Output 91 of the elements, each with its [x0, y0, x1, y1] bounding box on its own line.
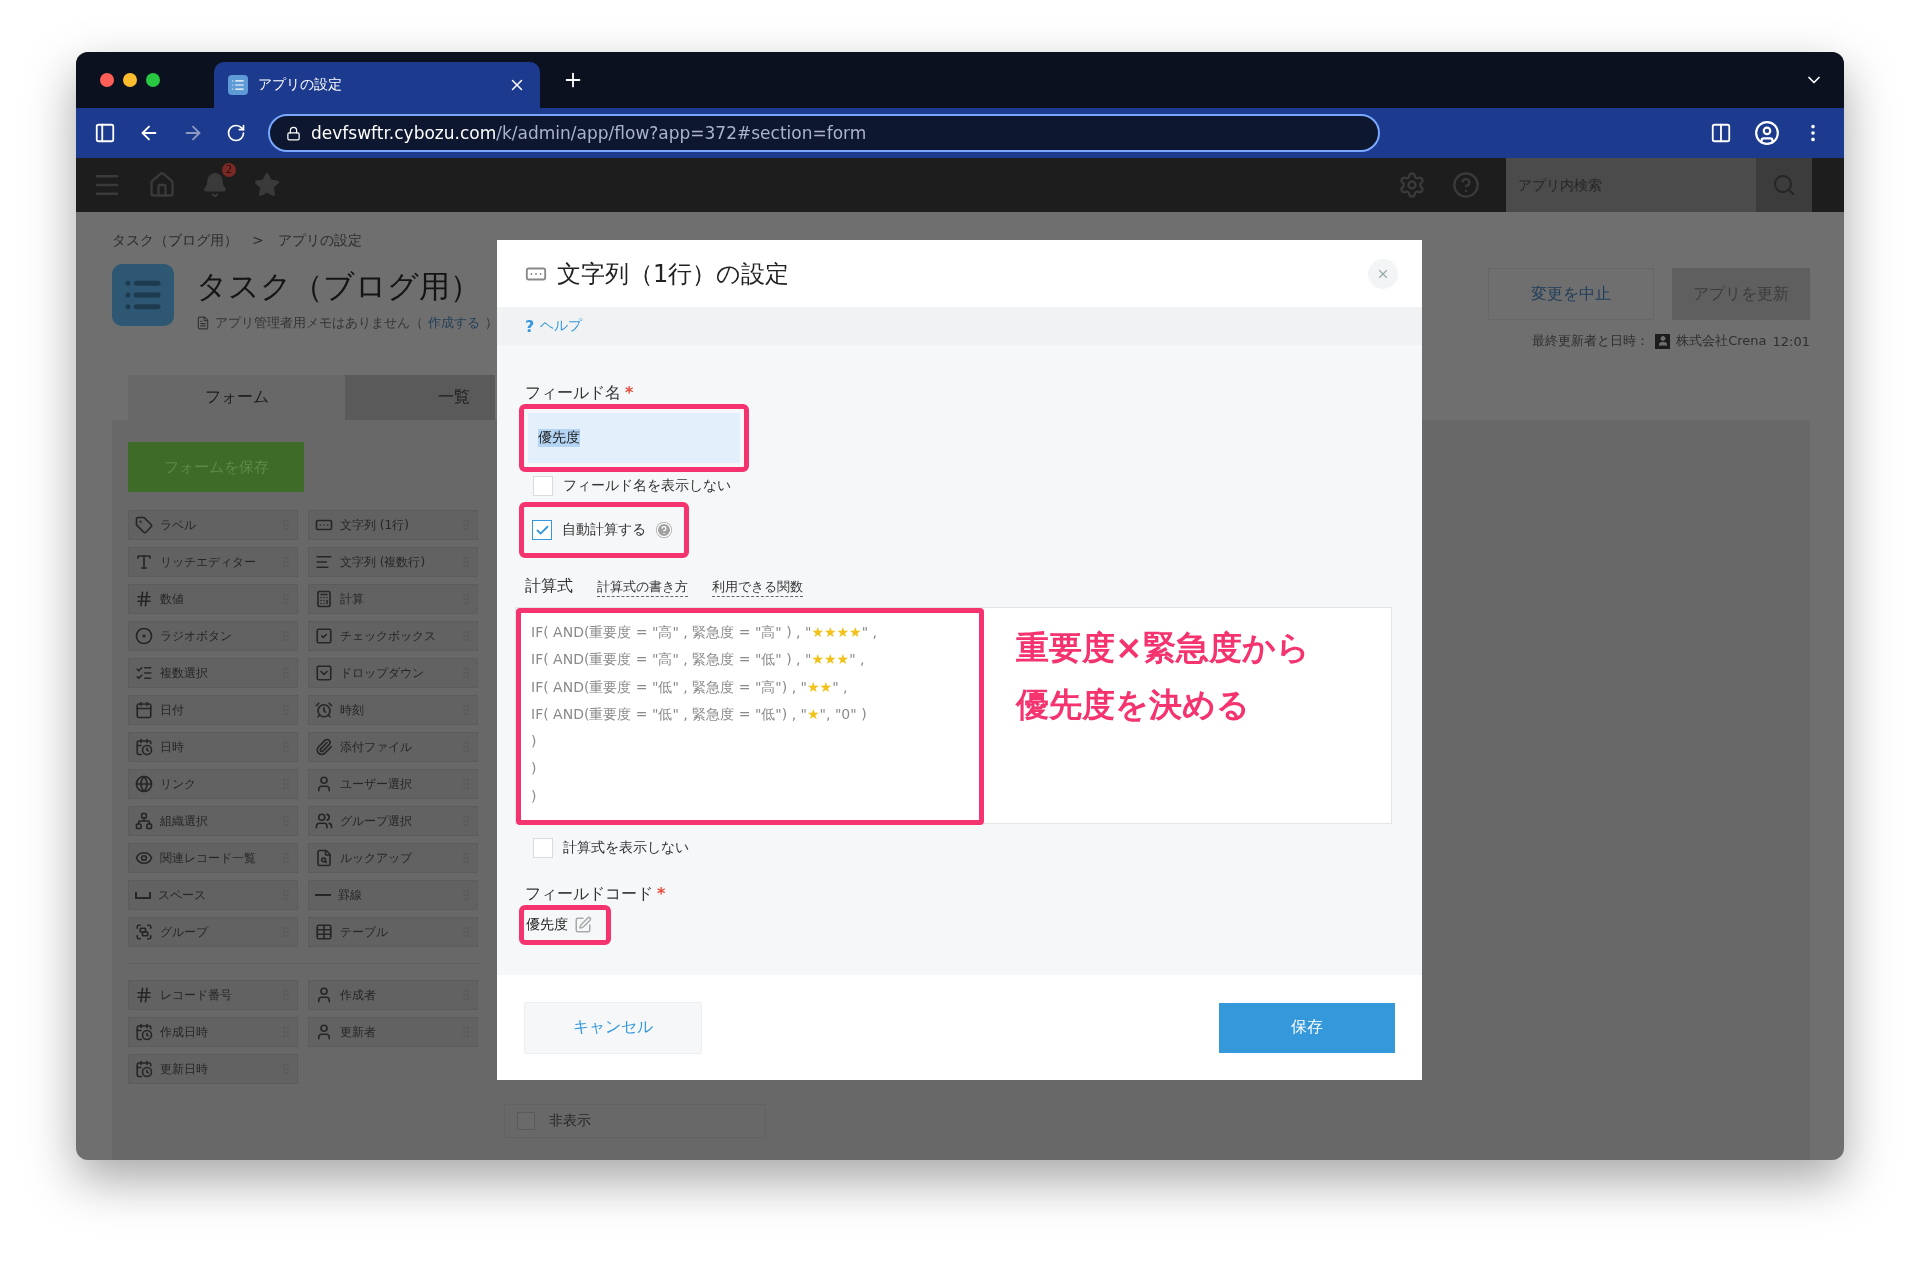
breadcrumb-link[interactable]: タスク（ブログ用）	[112, 232, 238, 250]
users-icon	[315, 812, 333, 830]
tag-icon	[135, 516, 153, 534]
dialog-title: 文字列（1行）の設定	[557, 258, 791, 290]
breadcrumb-separator: >	[252, 232, 264, 250]
star-icon[interactable]	[254, 172, 280, 198]
memo-icon	[196, 316, 210, 330]
edit-icon[interactable]	[574, 916, 592, 934]
radio-icon	[135, 627, 153, 645]
minimize-light[interactable]	[123, 73, 137, 87]
checkbox-label: フィールド名を表示しない	[563, 477, 731, 495]
required-mark: *	[657, 884, 666, 905]
globe-icon	[135, 775, 153, 793]
help-link[interactable]: ? ヘルプ	[525, 316, 583, 336]
formula-editor[interactable]: IF( AND(重要度 = "高" , 緊急度 = "高" ) , "★★★★" , IF( AND(重要度 = "高" , 緊急度 = "低" ) , "★★★" , IF( AND(重要度 = "低" , 緊急度 = "高") , "★★" , IF( AND(重要度 = "低" , 緊急度 = "低") , "★", "0" ) ) ) ) 重要度×緊急度から 優先度を決める	[515, 607, 1392, 824]
form-field[interactable]: 非表示	[504, 1104, 766, 1138]
formula-line: IF( AND(重要度 = "高" , 緊急度 = "高" ) , "★★★★" ,	[531, 623, 878, 642]
cancel-changes-button[interactable]: 変更を中止	[1488, 268, 1654, 320]
field-name-input[interactable]: 優先度	[528, 413, 740, 463]
annotation-text: 重要度×緊急度から	[1016, 627, 1310, 669]
paperclip-icon	[315, 738, 333, 756]
create-memo-link[interactable]: 作成する	[428, 314, 480, 332]
field-code-value: 優先度	[526, 916, 568, 934]
formula-line: IF( AND(重要度 = "低" , 緊急度 = "高") , "★★" ,	[531, 677, 849, 697]
checkbox-label: 非表示	[549, 1112, 591, 1130]
help-link[interactable]: 利用できる関数	[712, 578, 803, 597]
palette-item[interactable]: 日付	[128, 695, 298, 725]
formula-line: )	[531, 786, 538, 806]
notification-badge: 2	[221, 163, 236, 177]
alarm-clock-icon	[315, 701, 333, 719]
formula-label: 計算式	[525, 576, 573, 597]
field-label: フィールド名	[525, 383, 621, 404]
address-field[interactable]: devfswftr.cybozu.com/k/admin/app/flow?app=372#section=form	[268, 114, 1380, 152]
checkbox[interactable]	[532, 520, 552, 540]
help-link[interactable]: 計算式の書き方	[597, 578, 688, 597]
last-updated-user: 株式会社Crena	[1676, 332, 1767, 350]
palette-item[interactable]: 時刻	[308, 695, 478, 725]
file-search-icon	[315, 849, 333, 867]
breadcrumb-current: アプリの設定	[277, 232, 362, 250]
formula-line: )	[531, 759, 538, 779]
cancel-button[interactable]: キャンセル	[524, 1001, 702, 1054]
letter-icon	[135, 553, 153, 571]
checkbox-icon	[315, 627, 333, 645]
hash-icon	[135, 590, 153, 608]
app-icon	[112, 264, 174, 326]
reload-icon[interactable]	[226, 123, 246, 143]
memo-bracket: ）	[485, 314, 498, 332]
user-icon	[315, 986, 333, 1004]
formula-line: IF( AND(重要度 = "高" , 緊急度 = "低" ) , "★★★" ,	[531, 650, 866, 670]
annotation-text: 優先度を決める	[1016, 684, 1251, 726]
field-label: フィールドコード	[525, 884, 653, 905]
calendar-clock-icon	[135, 1060, 153, 1078]
user-icon	[1655, 333, 1671, 349]
hash-icon	[135, 986, 153, 1004]
line-icon	[315, 894, 331, 896]
list-icon	[228, 75, 248, 95]
checklist-icon	[135, 664, 153, 682]
save-button[interactable]: 保存	[1219, 1002, 1395, 1053]
palette-item[interactable]: 作成日時	[128, 1017, 298, 1047]
formula-line: )	[531, 732, 538, 752]
checkbox-label: 計算式を表示しない	[563, 839, 689, 857]
browser-tab[interactable]: アプリの設定	[214, 62, 540, 108]
lock-icon	[286, 125, 301, 141]
palette-item[interactable]: 日時	[128, 732, 298, 762]
user-icon	[315, 775, 333, 793]
dropdown-icon	[315, 664, 333, 682]
palette-item[interactable]: 作成者	[308, 980, 478, 1010]
bell-icon[interactable]	[202, 172, 228, 198]
required-mark: *	[625, 383, 634, 404]
close-light[interactable]	[100, 73, 114, 87]
calculator-icon	[315, 590, 333, 608]
calendar-clock-icon	[135, 738, 153, 756]
last-updated-time: 12:01	[1772, 333, 1810, 349]
sidebar-icon[interactable]	[94, 122, 116, 144]
checkbox-label: 自動計算する	[562, 521, 646, 539]
group-icon	[135, 923, 153, 941]
last-updated-label: 最終更新者と日時：	[1532, 332, 1650, 350]
user-icon	[315, 1023, 333, 1041]
table-icon	[315, 923, 333, 941]
hierarchy-icon	[135, 812, 153, 830]
calendar-icon	[135, 701, 153, 719]
app-title: タスク（ブログ用）	[196, 267, 482, 306]
tab[interactable]: フォーム	[128, 375, 345, 420]
eye-icon	[135, 849, 153, 867]
zoom-light[interactable]	[146, 73, 160, 87]
lines-icon	[315, 553, 333, 571]
split-view-icon[interactable]	[1710, 122, 1732, 144]
formula-line: IF( AND(重要度 = "低" , 緊急度 = "低") , "★", "0" )	[531, 704, 868, 724]
calendar-clock-icon	[135, 1023, 153, 1041]
space-icon	[135, 891, 151, 899]
profile-icon[interactable]	[1754, 120, 1780, 146]
